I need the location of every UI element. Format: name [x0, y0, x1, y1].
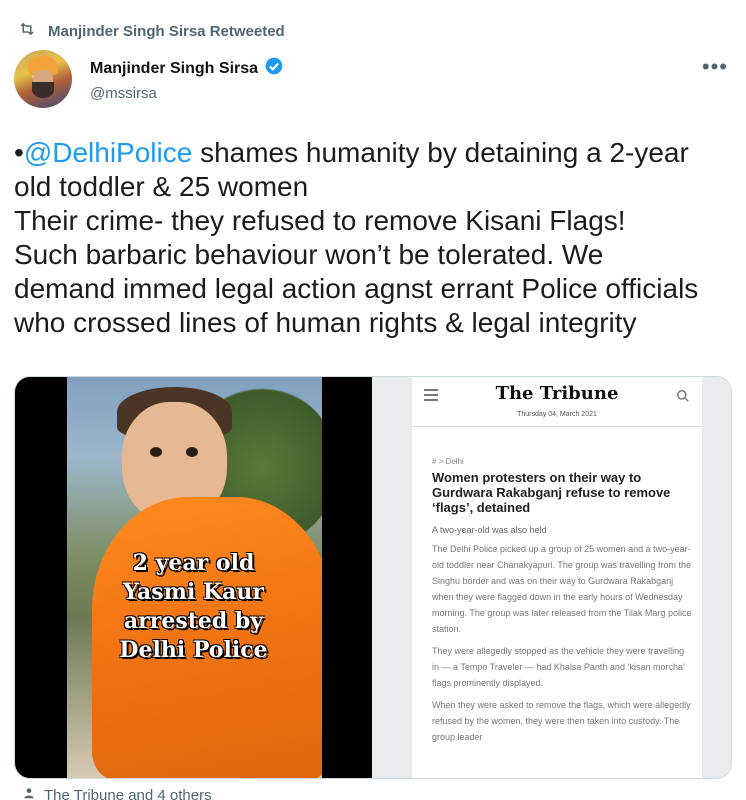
- more-icon[interactable]: •••: [702, 54, 728, 80]
- photo-caption: 2 year old Yasmi Kaur arrested by Delhi …: [15, 549, 372, 665]
- person-icon: [22, 786, 36, 800]
- tweet-author: Manjinder Singh Sirsa @mssirsa: [14, 50, 284, 108]
- mention-link[interactable]: @DelhiPolice: [24, 137, 193, 168]
- masthead: The Tribune: [495, 383, 619, 404]
- tweet-line-2: old toddler & 25 women: [14, 171, 309, 202]
- tweet-media: 2 year old Yasmi Kaur arrested by Delhi …: [14, 376, 732, 779]
- article-paragraph: The Delhi Police picked up a group of 25…: [432, 544, 692, 634]
- caption-line: arrested by: [123, 608, 264, 634]
- caption-line: Delhi Police: [119, 637, 268, 663]
- tagged-people[interactable]: The Tribune and 4 others: [22, 786, 212, 800]
- caption-line: Yasmi Kaur: [123, 579, 264, 605]
- media-article-screenshot[interactable]: The Tribune Thursday 04, March 2021 # > …: [372, 377, 731, 778]
- media-photo-toddler[interactable]: 2 year old Yasmi Kaur arrested by Delhi …: [15, 377, 372, 778]
- tweet-line-1: shames humanity by detaining a 2-year: [192, 137, 689, 168]
- tagged-label: The Tribune and 4 others: [44, 786, 212, 800]
- breadcrumb: # > Delhi: [432, 457, 464, 466]
- author-name[interactable]: Manjinder Singh Sirsa: [90, 60, 258, 78]
- verified-badge-icon: [264, 56, 284, 81]
- tweet-line-4: Such barbaric behaviour won’t be tolerat…: [14, 239, 604, 270]
- masthead-date: Thursday 04, March 2021: [517, 411, 597, 418]
- avatar[interactable]: [14, 50, 72, 108]
- caption-line: 2 year old: [132, 550, 255, 576]
- retweet-label[interactable]: Manjinder Singh Sirsa Retweeted: [48, 23, 285, 40]
- retweet-icon: [18, 20, 36, 42]
- article-standfirst: A two-year-old was also held: [432, 525, 547, 535]
- tweet-text: •@DelhiPolice shames humanity by detaini…: [14, 136, 734, 340]
- retweet-header: Manjinder Singh Sirsa Retweeted: [18, 20, 285, 42]
- search-icon: [677, 390, 689, 402]
- article-headline: Women protesters on their way to Gurdwar…: [432, 470, 671, 515]
- author-handle[interactable]: @mssirsa: [90, 85, 284, 102]
- article-paragraph: When they were asked to remove the flags…: [432, 700, 691, 742]
- article-paragraph: They were allegedly stopped as the vehic…: [432, 646, 685, 688]
- bullet: •: [14, 137, 24, 168]
- tweet-line-6: who crossed lines of human rights & lega…: [14, 307, 637, 338]
- tweet-line-5: demand immed legal action agnst errant P…: [14, 273, 699, 304]
- tweet-line-3: Their crime- they refused to remove Kisa…: [14, 205, 626, 236]
